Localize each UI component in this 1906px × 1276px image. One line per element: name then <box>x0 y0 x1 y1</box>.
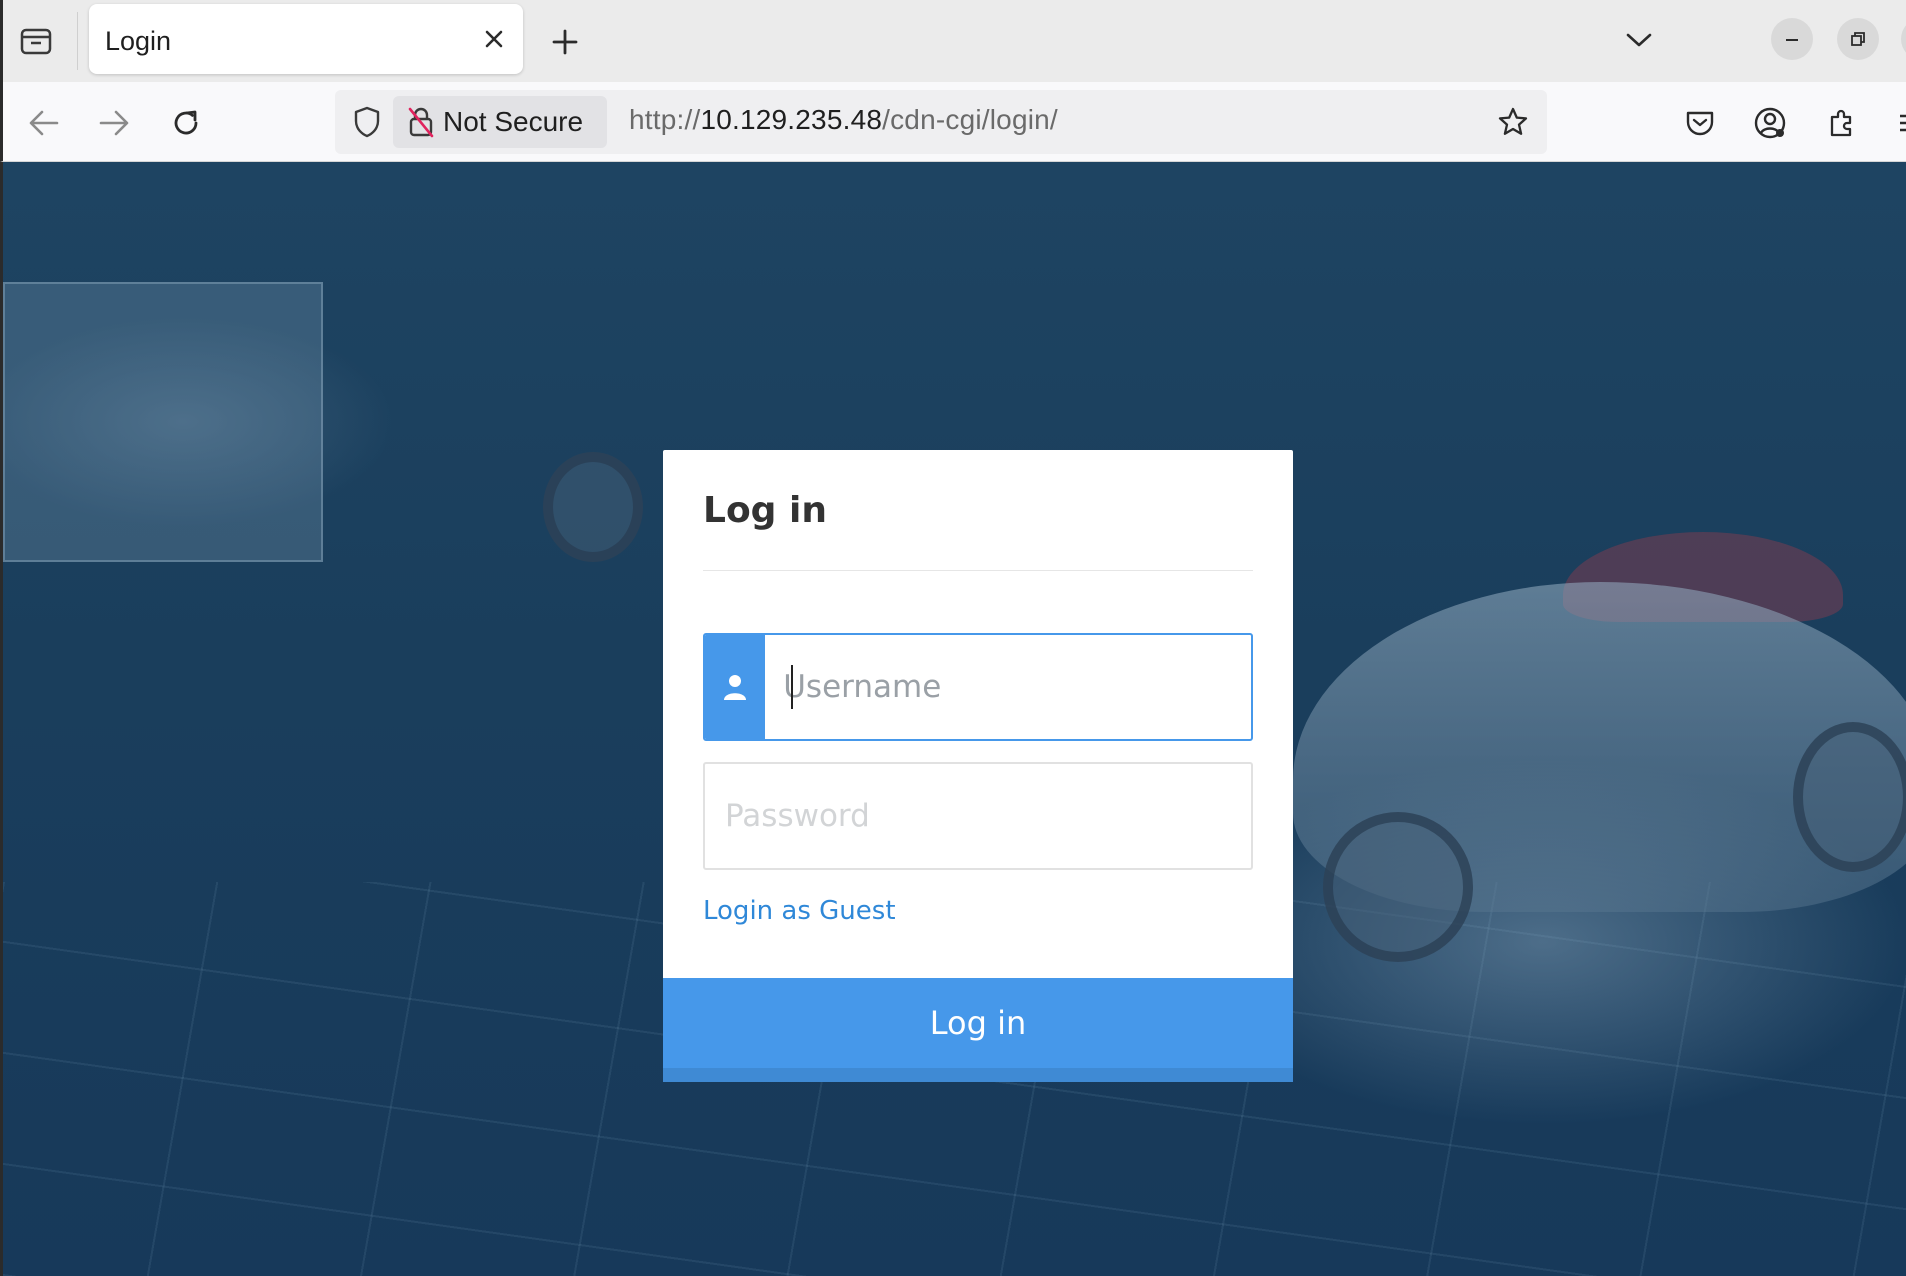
site-security-indicator[interactable]: Not Secure <box>393 96 607 148</box>
background-car-wheel <box>1793 722 1906 872</box>
list-all-tabs-button[interactable] <box>1619 20 1659 60</box>
tab-title: Login <box>105 26 172 56</box>
url-path: /cdn-cgi/login/ <box>882 104 1058 135</box>
minimize-icon <box>1786 39 1798 41</box>
close-icon <box>485 30 503 48</box>
bookmark-button[interactable] <box>1491 100 1535 144</box>
username-field[interactable] <box>703 633 1253 741</box>
chevron-down-icon <box>1626 33 1652 47</box>
login-as-guest-link[interactable]: Login as Guest <box>703 896 896 926</box>
star-icon <box>1498 107 1528 135</box>
background-car-wheel <box>1323 812 1473 962</box>
reload-button[interactable] <box>163 100 209 146</box>
background-wall-wheel <box>543 452 643 562</box>
browser-tab-bar: Login <box>0 0 1906 82</box>
plus-icon <box>552 29 578 55</box>
login-card: Log in Login as Guest Log in <box>663 450 1293 1082</box>
restore-icon <box>1851 32 1865 46</box>
user-icon <box>724 675 747 700</box>
shield-icon <box>354 106 380 138</box>
hamburger-icon <box>1900 114 1906 132</box>
broken-lock-icon <box>408 107 434 138</box>
pocket-icon <box>1686 111 1714 136</box>
pocket-button[interactable] <box>1677 100 1723 146</box>
password-input[interactable] <box>705 764 1251 868</box>
close-tab-button[interactable] <box>479 24 509 54</box>
account-button[interactable] <box>1747 100 1793 146</box>
page-viewport: Log in Login as Guest Log in <box>0 162 1906 1276</box>
url-text[interactable]: http://10.129.235.48/cdn-cgi/login/ <box>629 104 1058 136</box>
username-addon <box>705 635 766 739</box>
close-window-button[interactable] <box>1901 18 1906 60</box>
tab-list-icon <box>20 28 52 55</box>
address-bar[interactable]: Not Secure http://10.129.235.48/cdn-cgi/… <box>335 90 1547 154</box>
puzzle-icon <box>1830 109 1852 137</box>
security-label: Not Secure <box>443 106 584 137</box>
tracking-protection-button[interactable] <box>345 100 389 144</box>
login-button[interactable]: Log in <box>663 978 1293 1082</box>
arrow-right-icon <box>99 110 129 136</box>
browser-nav-bar: Not Secure http://10.129.235.48/cdn-cgi/… <box>0 82 1906 162</box>
account-icon <box>1754 107 1786 139</box>
restore-button[interactable] <box>1837 18 1879 60</box>
title-divider <box>703 570 1253 571</box>
forward-button[interactable] <box>91 100 137 146</box>
minimize-button[interactable] <box>1771 18 1813 60</box>
tab-separator <box>77 12 78 70</box>
text-caret <box>791 665 793 709</box>
password-field[interactable] <box>703 762 1253 870</box>
reload-icon <box>174 110 198 135</box>
new-tab-button[interactable] <box>541 18 589 66</box>
back-button[interactable] <box>21 100 67 146</box>
background-display-screen <box>3 282 323 562</box>
tab-login[interactable]: Login <box>89 4 523 74</box>
url-host: 10.129.235.48 <box>700 104 883 135</box>
username-input[interactable] <box>765 635 1251 739</box>
extensions-button[interactable] <box>1819 100 1865 146</box>
arrow-left-icon <box>29 110 59 136</box>
url-scheme: http:// <box>629 104 701 135</box>
tab-list-button[interactable] <box>11 16 61 66</box>
app-menu-button[interactable] <box>1887 100 1906 146</box>
login-title: Log in <box>703 490 827 531</box>
